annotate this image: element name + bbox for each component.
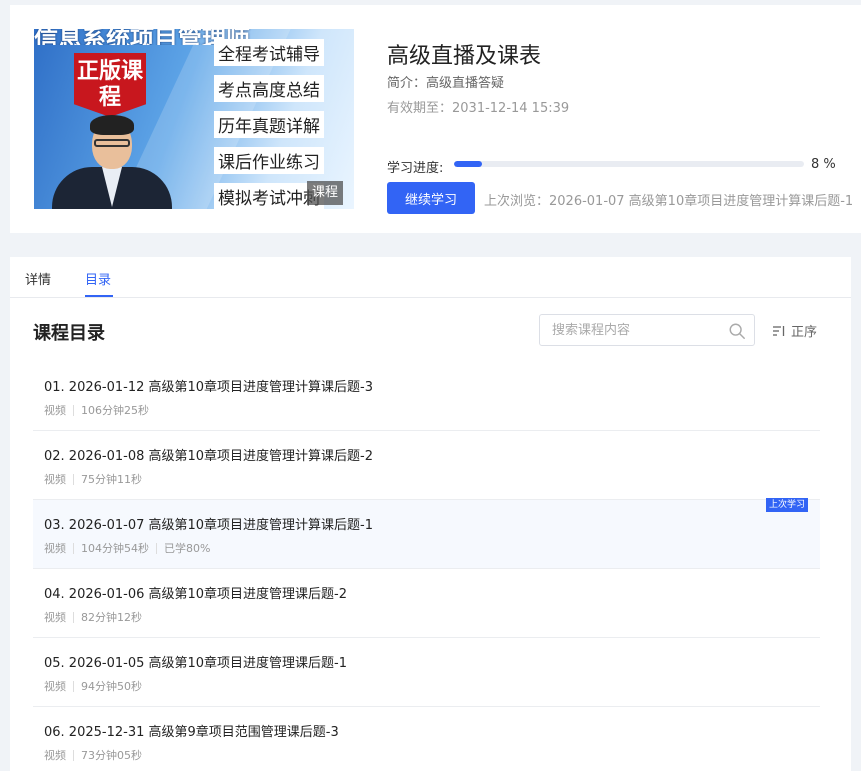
lesson-meta: 视频 75分钟11秒 bbox=[44, 471, 142, 487]
cover-feature: 课后作业练习 bbox=[214, 147, 324, 174]
lesson-type: 视频 bbox=[44, 473, 66, 486]
lesson-item-current[interactable]: 上次学习 03. 2026-01-07 高级第10章项目进度管理计算课后题-1 … bbox=[33, 498, 820, 569]
lesson-studied-progress: 已学80% bbox=[164, 542, 211, 555]
lesson-title: 05. 2026-01-05 高级第10章项目进度管理课后题-1 bbox=[44, 656, 347, 671]
sort-order-button[interactable]: 正序 bbox=[772, 321, 817, 340]
lesson-meta: 视频 104分钟54秒 已学80% bbox=[44, 540, 210, 556]
tab-details[interactable]: 详情 bbox=[25, 269, 51, 288]
lesson-duration: 75分钟11秒 bbox=[81, 473, 142, 486]
lesson-type: 视频 bbox=[44, 542, 66, 555]
sort-order-label: 正序 bbox=[791, 325, 818, 340]
cover-feature: 考点高度总结 bbox=[214, 75, 324, 102]
cover-feature: 全程考试辅导 bbox=[214, 39, 324, 66]
progress-percent: 8 % bbox=[811, 157, 836, 172]
course-title: 高级直播及课表 bbox=[387, 44, 542, 69]
cover-corner-tag: 课程 bbox=[307, 181, 343, 205]
course-expire-date: 有效期至：2031-12-14 15:39 bbox=[387, 101, 570, 116]
lesson-type: 视频 bbox=[44, 749, 66, 762]
lesson-meta: 视频 106分钟25秒 bbox=[44, 402, 149, 418]
lesson-type: 视频 bbox=[44, 680, 66, 693]
lesson-title: 06. 2025-12-31 高级第9章项目范围管理课后题-3 bbox=[44, 725, 339, 740]
progress-bar bbox=[454, 161, 804, 167]
lesson-type: 视频 bbox=[44, 404, 66, 417]
tab-bar: 详情 目录 bbox=[10, 257, 851, 298]
active-tab-indicator bbox=[85, 295, 113, 297]
lesson-title: 02. 2026-01-08 高级第10章项目进度管理计算课后题-2 bbox=[44, 449, 373, 464]
lesson-duration: 106分钟25秒 bbox=[81, 404, 149, 417]
lesson-list: 01. 2026-01-12 高级第10章项目进度管理计算课后题-3 视频 106… bbox=[33, 362, 820, 771]
lesson-item[interactable]: 01. 2026-01-12 高级第10章项目进度管理计算课后题-3 视频 106… bbox=[33, 362, 820, 431]
lesson-item[interactable]: 02. 2026-01-08 高级第10章项目进度管理计算课后题-2 视频 75分… bbox=[33, 431, 820, 500]
course-header-card: 信息系统项目管理师 正版课程 全程考试辅导 考点高度总结 历年真题详解 课后作业… bbox=[10, 5, 861, 233]
lesson-item[interactable]: 04. 2026-01-06 高级第10章项目进度管理课后题-2 视频 82分钟1… bbox=[33, 569, 820, 638]
lesson-item[interactable]: 06. 2025-12-31 高级第9章项目范围管理课后题-3 视频 73分钟05… bbox=[33, 707, 820, 771]
lesson-type: 视频 bbox=[44, 611, 66, 624]
lesson-duration: 94分钟50秒 bbox=[81, 680, 142, 693]
search-icon[interactable] bbox=[728, 322, 746, 340]
lesson-title: 01. 2026-01-12 高级第10章项目进度管理计算课后题-3 bbox=[44, 380, 373, 395]
catalog-title: 课程目录 bbox=[33, 323, 105, 344]
search-input[interactable] bbox=[540, 315, 720, 345]
lesson-meta: 视频 94分钟50秒 bbox=[44, 678, 142, 694]
progress-label: 学习进度: bbox=[387, 161, 444, 176]
lesson-item[interactable]: 05. 2026-01-05 高级第10章项目进度管理课后题-1 视频 94分钟5… bbox=[33, 638, 820, 707]
cover-teacher-photo bbox=[52, 115, 172, 209]
catalog-search bbox=[539, 314, 755, 346]
course-intro: 简介：高级直播答疑 bbox=[387, 76, 505, 91]
lesson-meta: 视频 73分钟05秒 bbox=[44, 747, 142, 763]
tab-catalog[interactable]: 目录 bbox=[85, 269, 111, 288]
course-cover-image[interactable]: 信息系统项目管理师 正版课程 全程考试辅导 考点高度总结 历年真题详解 课后作业… bbox=[34, 29, 354, 209]
lesson-title: 04. 2026-01-06 高级第10章项目进度管理课后题-2 bbox=[44, 587, 347, 602]
last-studied-badge: 上次学习 bbox=[765, 498, 808, 512]
lesson-duration: 82分钟12秒 bbox=[81, 611, 142, 624]
lesson-duration: 73分钟05秒 bbox=[81, 749, 142, 762]
lesson-meta: 视频 82分钟12秒 bbox=[44, 609, 142, 625]
sort-icon bbox=[773, 325, 785, 336]
cover-badge: 正版课程 bbox=[74, 53, 146, 117]
progress-bar-fill bbox=[454, 161, 482, 167]
lesson-title: 03. 2026-01-07 高级第10章项目进度管理计算课后题-1 bbox=[44, 518, 373, 533]
catalog-card: 详情 目录 课程目录 正序 01. 2026-01-12 高级第10章项目进度管… bbox=[10, 257, 851, 771]
cover-feature: 历年真题详解 bbox=[214, 111, 324, 138]
last-viewed-link[interactable]: 上次浏览：2026-01-07 高级第10章项目进度管理计算课后题-1 bbox=[484, 190, 853, 209]
continue-learning-button[interactable]: 继续学习 bbox=[387, 182, 475, 214]
lesson-duration: 104分钟54秒 bbox=[81, 542, 149, 555]
